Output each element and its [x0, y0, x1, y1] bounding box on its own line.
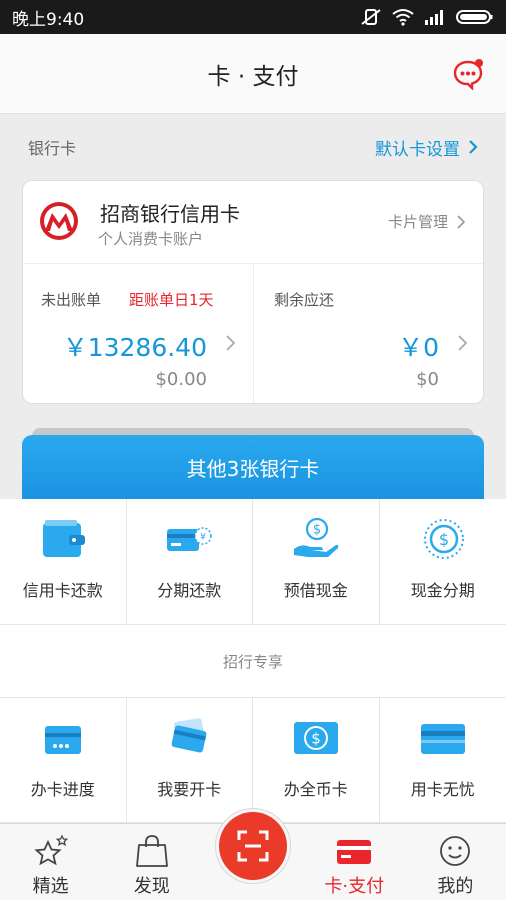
- due-badge: 距账单日1天: [129, 291, 214, 309]
- signal-icon: [425, 10, 443, 25]
- status-time: 晚上9:40: [12, 9, 85, 30]
- tab-label: 卡·支付: [324, 876, 385, 897]
- exclusive-card-protect[interactable]: 用卡无忧: [379, 698, 506, 823]
- card-name: 招商银行信用卡: [100, 202, 240, 226]
- chevron-right-icon: [469, 140, 478, 154]
- scan-icon: [237, 830, 269, 862]
- currency-card-icon: $: [293, 722, 338, 754]
- exclusive-label: 办全币卡: [283, 780, 348, 799]
- default-card-settings-label: 默认卡设置: [375, 139, 460, 160]
- tab-label: 精选: [32, 876, 69, 897]
- remaining-label: 剩余应还: [274, 291, 335, 309]
- svg-text:$: $: [439, 530, 449, 549]
- chevron-right-icon: [226, 335, 236, 351]
- exclusive-currency-card[interactable]: $ 办全币卡: [253, 698, 380, 823]
- service-label: 现金分期: [410, 581, 475, 600]
- nav-bar: 卡 · 支付: [0, 34, 506, 114]
- other-cards-button[interactable]: 其他3张银行卡: [22, 435, 484, 499]
- wifi-icon: [392, 9, 414, 26]
- svg-text:$: $: [313, 523, 321, 538]
- card-progress-icon: [44, 726, 81, 754]
- card-header[interactable]: 招商银行信用卡 个人消费卡账户 卡片管理: [23, 181, 483, 264]
- unbilled-column[interactable]: 未出账单 距账单日1天 ￥13286.40 $0.00: [23, 264, 254, 403]
- remaining-usd: $0: [416, 369, 439, 390]
- status-icons: [360, 8, 494, 26]
- tab-card-pay[interactable]: 卡·支付: [304, 824, 405, 900]
- stars-icon: [33, 834, 68, 866]
- service-label: 预借现金: [283, 581, 348, 600]
- page-title: 卡 · 支付: [207, 63, 299, 90]
- exclusive-card-progress[interactable]: 办卡进度: [0, 698, 127, 823]
- exclusive-section-title: 招行专享: [0, 625, 506, 697]
- unbilled-label: 未出账单: [41, 291, 102, 309]
- exclusive-label: 我要开卡: [157, 780, 222, 799]
- card-protect-icon: [420, 724, 465, 754]
- service-cash-installment[interactable]: $ 现金分期: [379, 499, 506, 625]
- installment-card-icon: ¥: [167, 527, 212, 551]
- exclusive-label: 办卡进度: [30, 780, 95, 799]
- remaining-amount: ￥0: [398, 333, 439, 362]
- card-pay-icon: [337, 840, 372, 864]
- chevron-right-icon: [457, 214, 465, 229]
- shopping-bag-icon: [135, 835, 168, 867]
- service-label: 分期还款: [157, 581, 222, 600]
- remaining-column[interactable]: 剩余应还 ￥0 $0: [254, 264, 483, 403]
- svg-text:$: $: [311, 730, 321, 748]
- battery-icon: [456, 10, 493, 24]
- status-bar: 晚上9:40: [0, 0, 506, 34]
- cash-hand-icon: $: [293, 517, 338, 557]
- wallet-icon: [42, 520, 85, 557]
- card-subtitle: 个人消费卡账户: [98, 230, 204, 248]
- exclusive-title: 招行专享: [222, 652, 283, 671]
- tab-discover[interactable]: 发现: [101, 824, 202, 900]
- other-cards-label: 其他3张银行卡: [186, 456, 320, 481]
- vibrate-off-icon: [361, 9, 381, 25]
- service-installment-repay[interactable]: ¥ 分期还款: [126, 499, 253, 625]
- service-cash-advance[interactable]: $ 预借现金: [253, 499, 380, 625]
- message-icon[interactable]: [452, 58, 484, 90]
- default-card-settings-link[interactable]: 默认卡设置: [375, 135, 478, 160]
- tab-featured[interactable]: 精选: [0, 824, 101, 900]
- card-manage-link[interactable]: 卡片管理: [388, 211, 465, 232]
- cmb-logo-icon: [40, 202, 78, 240]
- exclusive-grid: 办卡进度 我要开卡 $ 办全币卡 用卡无忧: [0, 697, 506, 823]
- exclusive-open-card[interactable]: 我要开卡: [126, 698, 253, 823]
- smiley-icon: [440, 836, 471, 866]
- scan-button[interactable]: [219, 812, 287, 880]
- exclusive-label: 用卡无忧: [410, 780, 475, 799]
- tab-label: 我的: [437, 876, 474, 897]
- chevron-right-icon: [458, 335, 468, 351]
- services-grid: 信用卡还款 ¥ 分期还款 $ 预借现金 $ 现金分期: [0, 499, 506, 625]
- credit-card-panel: 招商银行信用卡 个人消费卡账户 卡片管理 未出账单 距账单日1天 ￥13286.…: [22, 180, 484, 404]
- svg-text:¥: ¥: [200, 533, 206, 543]
- card-manage-label: 卡片管理: [387, 213, 448, 231]
- service-label: 信用卡还款: [22, 581, 103, 600]
- tab-label: 发现: [133, 876, 170, 897]
- tab-mine[interactable]: 我的: [405, 824, 506, 900]
- open-card-icon: [171, 718, 207, 753]
- unbilled-usd: $0.00: [155, 369, 207, 390]
- unbilled-amount: ￥13286.40: [62, 333, 207, 362]
- bank-card-section-header: 银行卡 默认卡设置: [0, 114, 506, 180]
- section-label: 银行卡: [28, 139, 77, 158]
- dollar-coin-icon: $: [423, 519, 464, 559]
- service-credit-repay[interactable]: 信用卡还款: [0, 499, 127, 625]
